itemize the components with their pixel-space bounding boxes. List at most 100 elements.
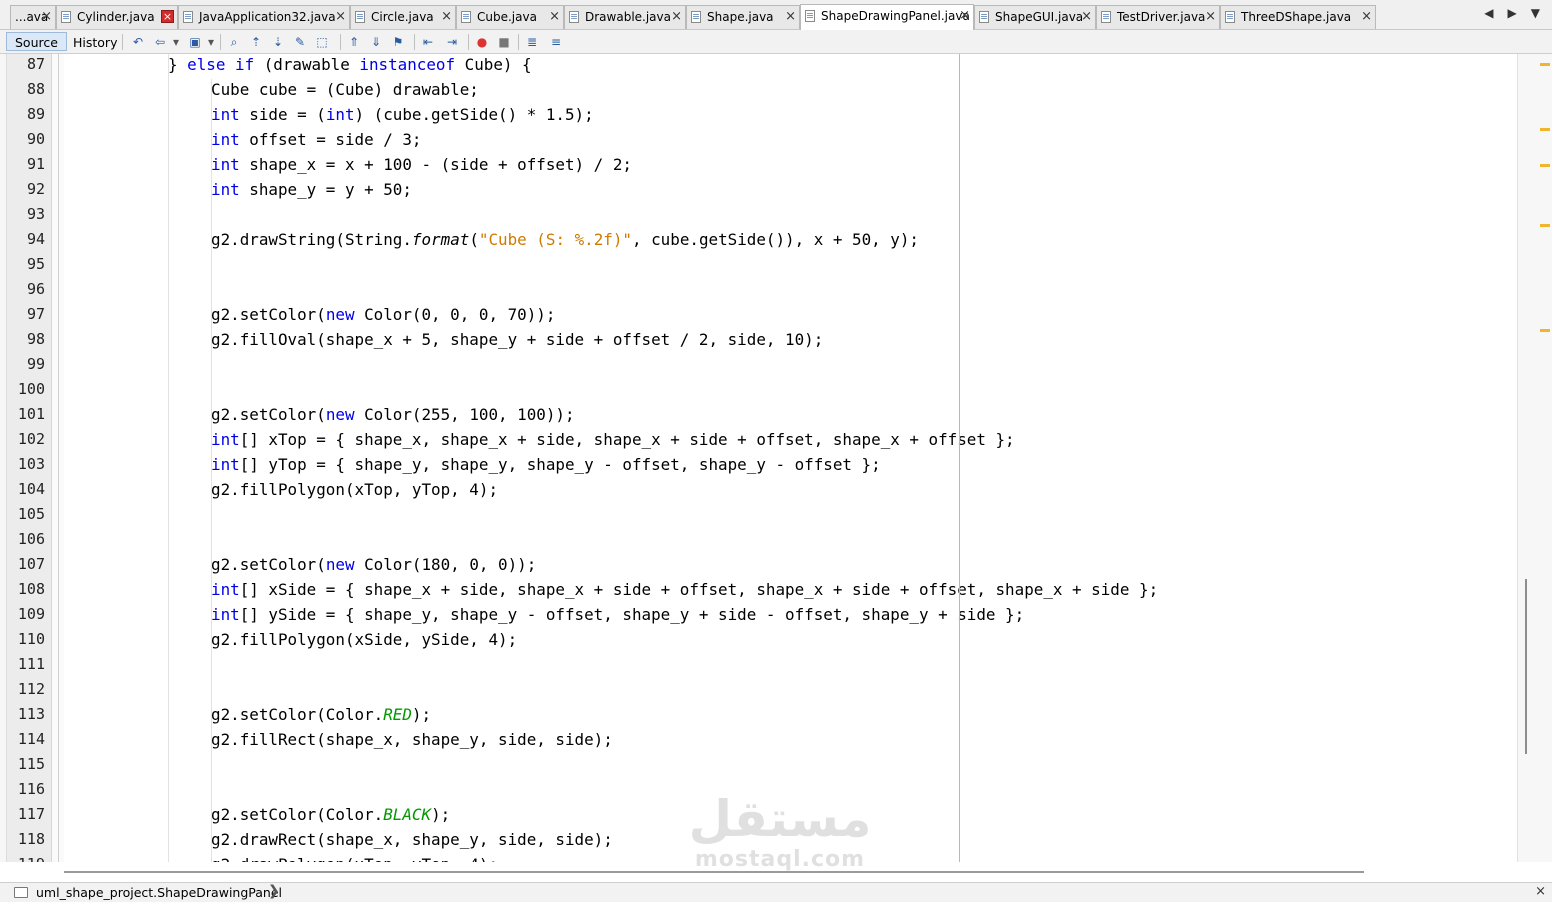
code-line[interactable]: g2.drawPolygon(xTop, yTop, 4); bbox=[211, 852, 498, 862]
code-fold-bar[interactable] bbox=[52, 54, 64, 862]
last-edit-icon[interactable]: ↶ bbox=[130, 34, 146, 50]
line-number[interactable]: 105 bbox=[18, 502, 45, 527]
line-number[interactable]: 119 bbox=[18, 852, 45, 862]
prev-bookmark-icon[interactable]: ⇑ bbox=[346, 34, 362, 50]
find-icon[interactable]: ⌕ bbox=[226, 34, 242, 50]
code-line[interactable]: g2.setColor(new Color(255, 100, 100)); bbox=[211, 402, 575, 427]
error-stripe-mark[interactable] bbox=[1540, 63, 1550, 66]
line-number[interactable]: 95 bbox=[27, 252, 45, 277]
line-number-gutter[interactable]: 87 88 89 90 91 92 93 94 95 96 97 98 99 100 101 102 103 10… bbox=[7, 54, 52, 862]
line-number[interactable]: 104 bbox=[18, 477, 45, 502]
source-tab-button[interactable]: Source bbox=[6, 32, 67, 51]
next-bookmark-icon[interactable]: ⇓ bbox=[368, 34, 384, 50]
line-number[interactable]: 87 bbox=[27, 54, 45, 77]
line-number[interactable]: 111 bbox=[18, 652, 45, 677]
code-line[interactable]: int[] xSide = { shape_x + side, shape_x … bbox=[211, 577, 1158, 602]
line-number[interactable]: 97 bbox=[27, 302, 45, 327]
tab-file[interactable]: ...ava × bbox=[10, 5, 56, 29]
code-editor[interactable]: 87 88 89 90 91 92 93 94 95 96 97 98 99 100 101 102 103 10… bbox=[0, 54, 1552, 862]
close-tab-icon[interactable]: × bbox=[959, 5, 970, 27]
uncomment-icon[interactable]: ≡ bbox=[548, 34, 564, 50]
code-line[interactable]: int offset = side / 3; bbox=[211, 127, 421, 152]
line-number[interactable]: 110 bbox=[18, 627, 45, 652]
code-line[interactable]: g2.setColor(new Color(0, 0, 0, 70)); bbox=[211, 302, 555, 327]
line-number[interactable]: 88 bbox=[27, 77, 45, 102]
code-line[interactable]: int[] ySide = { shape_y, shape_y - offse… bbox=[211, 602, 1024, 627]
error-stripe-mark[interactable] bbox=[1540, 329, 1550, 332]
line-number[interactable]: 98 bbox=[27, 327, 45, 352]
tab-file[interactable]: ShapeDrawingPanel.java × bbox=[800, 4, 974, 30]
breadcrumb-chevron-icon[interactable]: ❯ bbox=[268, 883, 280, 899]
line-number[interactable]: 93 bbox=[27, 202, 45, 227]
error-stripe[interactable] bbox=[1517, 54, 1552, 862]
close-tab-icon[interactable]: × bbox=[671, 6, 682, 28]
line-number[interactable]: 112 bbox=[18, 677, 45, 702]
close-icon[interactable]: × bbox=[1535, 884, 1546, 899]
close-tab-icon[interactable]: × bbox=[1205, 6, 1216, 28]
line-number[interactable]: 103 bbox=[18, 452, 45, 477]
toggle-bookmark-icon[interactable]: ⚑ bbox=[390, 34, 406, 50]
tab-file[interactable]: ThreeDShape.java × bbox=[1220, 5, 1376, 29]
line-number[interactable]: 107 bbox=[18, 552, 45, 577]
dropdown-icon[interactable]: ▾ bbox=[207, 34, 215, 50]
code-line[interactable]: } else if (drawable instanceof Cube) { bbox=[168, 54, 532, 77]
code-line[interactable]: g2.setColor(Color.RED); bbox=[211, 702, 431, 727]
tab-file[interactable]: Shape.java × bbox=[686, 5, 800, 29]
tab-file[interactable]: Cylinder.java × bbox=[56, 5, 178, 29]
code-area[interactable]: } else if (drawable instanceof Cube) {Cu… bbox=[64, 54, 1514, 862]
scroll-tabs-right-icon[interactable]: ▶ bbox=[1508, 6, 1517, 20]
line-number[interactable]: 116 bbox=[18, 777, 45, 802]
code-line[interactable]: int[] xTop = { shape_x, shape_x + side, … bbox=[211, 427, 1015, 452]
line-number[interactable]: 109 bbox=[18, 602, 45, 627]
tab-file[interactable]: Circle.java × bbox=[350, 5, 456, 29]
line-number[interactable]: 92 bbox=[27, 177, 45, 202]
tab-file[interactable]: ShapeGUI.java × bbox=[974, 5, 1096, 29]
code-line[interactable]: g2.setColor(new Color(180, 0, 0)); bbox=[211, 552, 536, 577]
line-number[interactable]: 101 bbox=[18, 402, 45, 427]
toggle-rect-select-icon[interactable]: ⬚ bbox=[314, 34, 330, 50]
find-prev-icon[interactable]: ⇡ bbox=[248, 34, 264, 50]
forward-icon[interactable]: ▣ bbox=[187, 34, 203, 50]
close-tab-icon[interactable]: × bbox=[441, 6, 452, 28]
line-number[interactable]: 108 bbox=[18, 577, 45, 602]
code-line[interactable]: g2.fillPolygon(xTop, yTop, 4); bbox=[211, 477, 498, 502]
tab-file[interactable]: TestDriver.java × bbox=[1096, 5, 1220, 29]
line-number[interactable]: 90 bbox=[27, 127, 45, 152]
find-next-icon[interactable]: ⇣ bbox=[270, 34, 286, 50]
shift-right-icon[interactable]: ⇥ bbox=[444, 34, 460, 50]
code-line[interactable]: Cube cube = (Cube) drawable; bbox=[211, 77, 479, 102]
close-tab-icon[interactable]: × bbox=[1361, 6, 1372, 28]
tab-file[interactable]: Drawable.java × bbox=[564, 5, 686, 29]
line-number[interactable]: 113 bbox=[18, 702, 45, 727]
error-stripe-mark[interactable] bbox=[1540, 128, 1550, 131]
line-number[interactable]: 100 bbox=[18, 377, 45, 402]
line-number[interactable]: 89 bbox=[27, 102, 45, 127]
error-stripe-mark[interactable] bbox=[1540, 224, 1550, 227]
line-number[interactable]: 118 bbox=[18, 827, 45, 852]
code-line[interactable]: int shape_x = x + 100 - (side + offset) … bbox=[211, 152, 632, 177]
line-number[interactable]: 114 bbox=[18, 727, 45, 752]
scroll-tabs-left-icon[interactable]: ◀ bbox=[1484, 6, 1493, 20]
close-tab-icon[interactable]: × bbox=[161, 10, 174, 23]
code-line[interactable]: g2.fillRect(shape_x, shape_y, side, side… bbox=[211, 727, 613, 752]
code-line[interactable]: g2.fillPolygon(xSide, ySide, 4); bbox=[211, 627, 517, 652]
history-tab-button[interactable]: History bbox=[64, 32, 126, 51]
line-number[interactable]: 91 bbox=[27, 152, 45, 177]
comment-icon[interactable]: ≣ bbox=[524, 34, 540, 50]
code-line[interactable]: g2.setColor(Color.BLACK); bbox=[211, 802, 450, 827]
breadcrumb[interactable]: uml_shape_project.ShapeDrawingPanel bbox=[36, 885, 282, 900]
vertical-scrollbar-thumb[interactable] bbox=[1525, 579, 1527, 754]
stop-macro-icon[interactable]: ■ bbox=[496, 34, 512, 50]
error-stripe-mark[interactable] bbox=[1540, 164, 1550, 167]
line-number[interactable]: 102 bbox=[18, 427, 45, 452]
tab-file[interactable]: JavaApplication32.java × bbox=[178, 5, 350, 29]
start-macro-icon[interactable]: ● bbox=[474, 34, 490, 50]
toggle-highlight-icon[interactable]: ✎ bbox=[292, 34, 308, 50]
line-number[interactable]: 96 bbox=[27, 277, 45, 302]
line-number[interactable]: 94 bbox=[27, 227, 45, 252]
line-number[interactable]: 99 bbox=[27, 352, 45, 377]
close-tab-icon[interactable]: × bbox=[335, 6, 346, 28]
line-number[interactable]: 117 bbox=[18, 802, 45, 827]
close-tab-icon[interactable]: × bbox=[549, 6, 560, 28]
code-line[interactable]: g2.drawString(String.format("Cube (S: %.… bbox=[211, 227, 919, 252]
